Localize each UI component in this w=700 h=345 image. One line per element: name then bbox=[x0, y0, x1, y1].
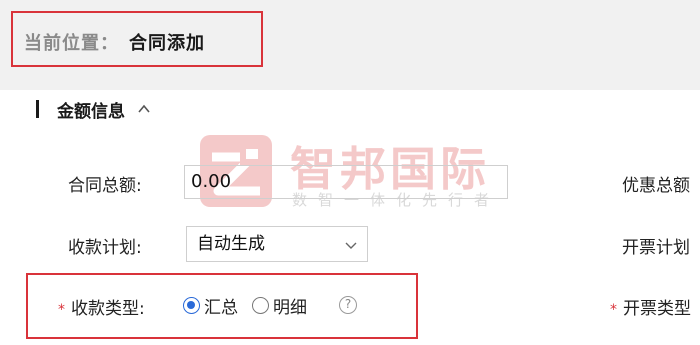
contract-total-label: 合同总额: bbox=[68, 176, 142, 196]
invoice-type-label-wrap: * 开票类型 bbox=[610, 294, 691, 319]
payment-plan-select[interactable]: 自动生成 bbox=[186, 226, 368, 262]
payment-plan-selected: 自动生成 bbox=[197, 234, 265, 254]
chevron-down-icon bbox=[345, 242, 357, 249]
discount-total-label: 优惠总额 bbox=[622, 176, 690, 196]
section-header-amount[interactable]: 金额信息 bbox=[36, 94, 151, 124]
highlight-box-payment-type bbox=[26, 273, 418, 339]
section-bar bbox=[36, 100, 39, 118]
section-title: 金额信息 bbox=[57, 101, 125, 122]
payment-plan-label: 收款计划: bbox=[68, 238, 142, 258]
invoice-plan-label: 开票计划 bbox=[622, 238, 690, 258]
required-mark: * bbox=[610, 302, 617, 318]
chevron-up-icon[interactable] bbox=[137, 102, 151, 116]
invoice-type-label: 开票类型 bbox=[623, 299, 691, 319]
contract-total-input[interactable]: 0.00 bbox=[184, 165, 508, 199]
highlight-box-breadcrumb bbox=[11, 11, 263, 67]
